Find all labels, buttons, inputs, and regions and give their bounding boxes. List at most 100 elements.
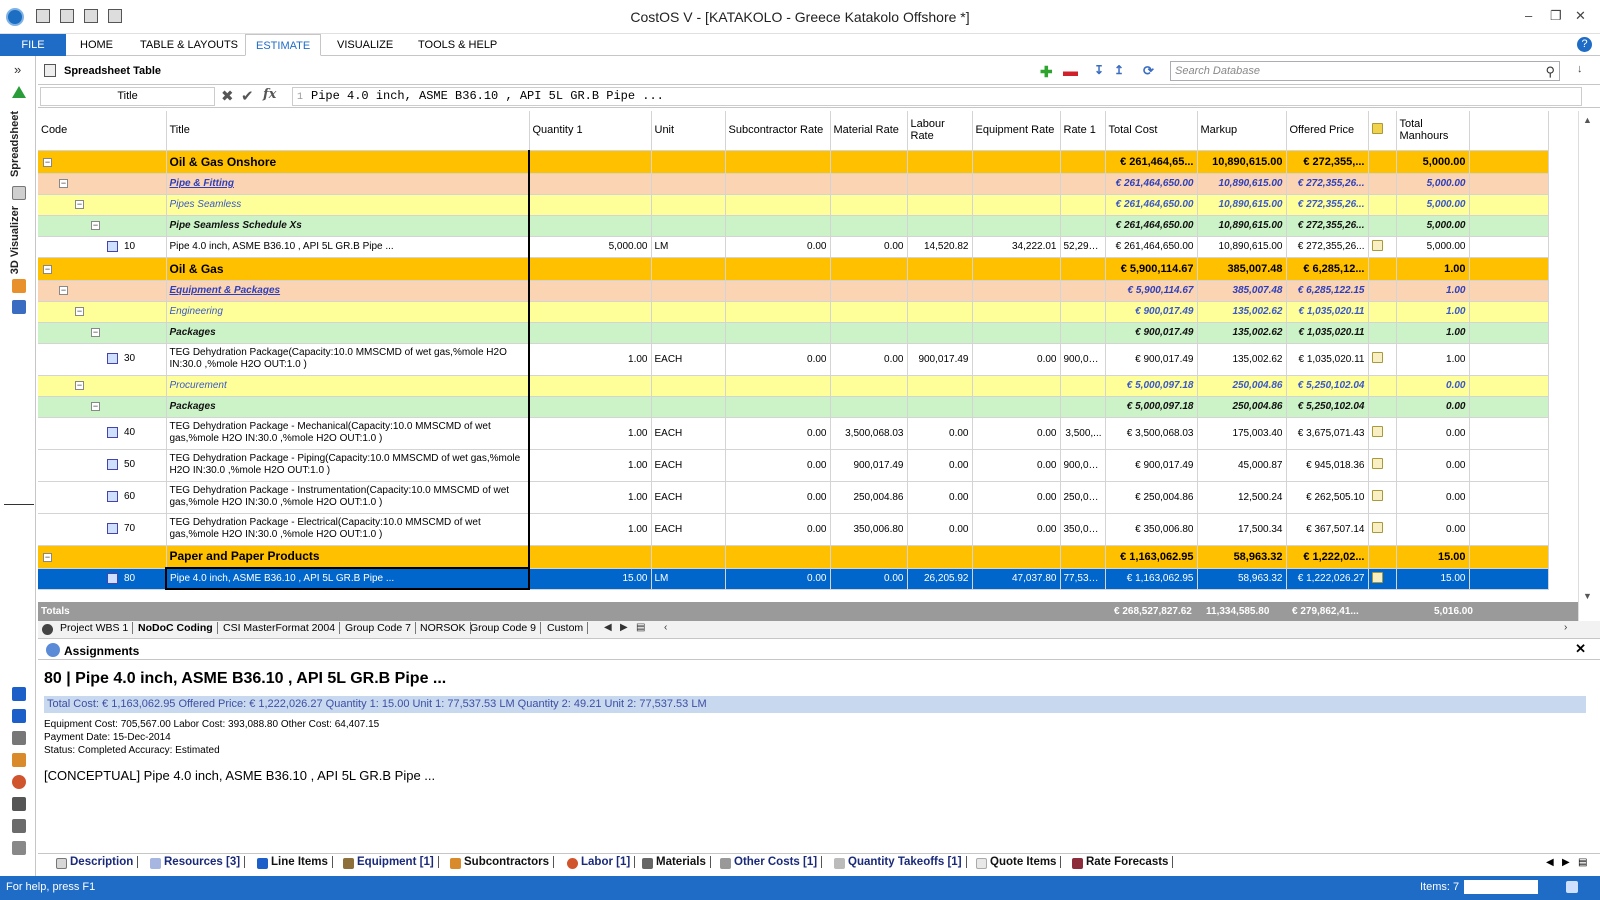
cell-mat[interactable]: 3,500,068.03: [830, 417, 908, 450]
cell-manhours[interactable]: 5,000.00: [1396, 173, 1470, 195]
expand-panel-icon[interactable]: »: [14, 62, 21, 77]
cell-mat[interactable]: [830, 545, 908, 569]
cell-rate[interactable]: [1060, 194, 1106, 216]
cell-qty[interactable]: 5,000.00: [529, 236, 652, 258]
cell-offered[interactable]: € 367,507.14: [1286, 513, 1369, 546]
tab-rate-forecasts[interactable]: Rate Forecasts: [1068, 856, 1174, 869]
cell-sub[interactable]: [725, 375, 831, 397]
col-header-total-cost[interactable]: Total Cost: [1105, 111, 1198, 151]
collapse-toolbar-icon[interactable]: ↓: [1577, 63, 1583, 75]
cell-lab[interactable]: [907, 215, 973, 237]
cell-lab[interactable]: [907, 545, 973, 569]
cell-qty[interactable]: [529, 301, 652, 323]
cell-total[interactable]: € 261,464,650.00: [1105, 173, 1198, 195]
refresh-icon[interactable]: ⟳: [1143, 63, 1154, 79]
cell-qty[interactable]: 1.00: [529, 513, 652, 546]
cell-lab[interactable]: [907, 396, 973, 418]
cell-lab[interactable]: [907, 280, 973, 302]
cell-qty[interactable]: 15.00: [529, 568, 652, 590]
cell-flag[interactable]: [1368, 481, 1397, 514]
formula-value-input[interactable]: 1 Pipe 4.0 inch, ASME B36.10 , API 5L GR.…: [292, 87, 1582, 106]
cell-sub[interactable]: [725, 545, 831, 569]
cell-eq[interactable]: 0.00: [972, 449, 1061, 482]
cell-title[interactable]: TEG Dehydration Package - Mechanical(Cap…: [166, 417, 530, 450]
cell-markup[interactable]: 10,890,615.00: [1197, 173, 1287, 195]
cell-sub[interactable]: [725, 173, 831, 195]
cell-lab[interactable]: 900,017.49: [907, 343, 973, 376]
cell-eq[interactable]: [972, 194, 1061, 216]
tab-estimate[interactable]: ESTIMATE: [245, 34, 322, 56]
tab-file[interactable]: FILE: [0, 34, 66, 56]
cell-sub[interactable]: 0.00: [725, 236, 831, 258]
cell-manhours[interactable]: 15.00: [1396, 545, 1470, 569]
scroll-down-icon[interactable]: ▼: [1583, 591, 1592, 601]
cell-unit[interactable]: LM: [651, 568, 726, 590]
cancel-edit-icon[interactable]: ✖: [221, 87, 234, 105]
cell-lab[interactable]: 0.00: [907, 417, 973, 450]
cell-total[interactable]: € 1,163,062.95: [1105, 545, 1198, 569]
cell-code[interactable]: −: [38, 194, 167, 216]
table-row[interactable]: 60 TEG Dehydration Package - Instrumentat…: [38, 481, 1549, 514]
cell-sub[interactable]: [725, 280, 831, 302]
tab-scroll-left-icon[interactable]: ◀: [604, 622, 612, 633]
table-row[interactable]: − Packages € 900,017.49 135,002.62 € 1,035,0…: [38, 322, 1549, 344]
tab-norsok[interactable]: NORSOK: [416, 622, 471, 634]
cell-sub[interactable]: [725, 301, 831, 323]
cell-code[interactable]: −: [38, 396, 167, 418]
cell-eq[interactable]: [972, 396, 1061, 418]
collapse-toggle-icon[interactable]: −: [75, 380, 84, 390]
cell-mat[interactable]: 0.00: [830, 343, 908, 376]
sort-up-icon[interactable]: ↥: [1114, 63, 1124, 77]
cell-code[interactable]: −: [38, 150, 167, 174]
cell-eq[interactable]: [972, 322, 1061, 344]
tab-materials[interactable]: Materials: [638, 856, 711, 869]
cell-title[interactable]: Packages: [166, 322, 530, 344]
cell-code[interactable]: 50: [38, 449, 167, 482]
cell-qty[interactable]: [529, 545, 652, 569]
cell-total[interactable]: € 261,464,650.00: [1105, 194, 1198, 216]
collapse-toggle-icon[interactable]: −: [75, 306, 84, 316]
cell-title[interactable]: TEG Dehydration Package - Instrumentatio…: [166, 481, 530, 514]
cell-title[interactable]: Oil & Gas: [166, 257, 530, 281]
cell-rate[interactable]: [1060, 257, 1106, 281]
hscroll-left-icon[interactable]: ‹: [664, 622, 667, 633]
cell-lab[interactable]: [907, 257, 973, 281]
collapse-toggle-icon[interactable]: −: [43, 157, 52, 167]
cell-code[interactable]: 10: [38, 236, 167, 258]
cell-qty[interactable]: 1.00: [529, 417, 652, 450]
cell-eq[interactable]: 0.00: [972, 417, 1061, 450]
restore-icon[interactable]: ❐: [1550, 8, 1562, 24]
cell-title[interactable]: Packages: [166, 396, 530, 418]
tab-visualize[interactable]: VISUALIZE: [327, 34, 403, 56]
cell-offered[interactable]: € 5,250,102.04: [1286, 375, 1369, 397]
cell-rate[interactable]: [1060, 396, 1106, 418]
cell-total[interactable]: € 3,500,068.03: [1105, 417, 1198, 450]
cell-lab[interactable]: [907, 194, 973, 216]
cell-total[interactable]: € 900,017.49: [1105, 449, 1198, 482]
cell-flag[interactable]: [1368, 396, 1397, 418]
cell-flag[interactable]: [1368, 280, 1397, 302]
cell-sub[interactable]: 0.00: [725, 481, 831, 514]
cell-title[interactable]: Procurement: [166, 375, 530, 397]
tab-custom[interactable]: Custom: [543, 622, 589, 634]
add-row-icon[interactable]: ✚: [1040, 63, 1053, 81]
cell-unit[interactable]: [651, 301, 726, 323]
cell-total[interactable]: € 5,900,114.67: [1105, 280, 1198, 302]
table-row[interactable]: − Paper and Paper Products € 1,163,062.95 5…: [38, 545, 1549, 569]
cell-sub[interactable]: 0.00: [725, 513, 831, 546]
cell-rate[interactable]: [1060, 215, 1106, 237]
cell-manhours[interactable]: 0.00: [1396, 449, 1470, 482]
cell-total[interactable]: € 1,163,062.95: [1105, 568, 1198, 590]
bottom-tabs-list-icon[interactable]: ▤: [1578, 857, 1587, 868]
cell-unit[interactable]: EACH: [651, 513, 726, 546]
cell-rate[interactable]: [1060, 280, 1106, 302]
tab-group-code-9[interactable]: Group Code 9: [466, 622, 541, 634]
cell-lab[interactable]: 0.00: [907, 481, 973, 514]
cell-rate[interactable]: 900,01...: [1060, 343, 1106, 376]
cell-flag[interactable]: [1368, 173, 1397, 195]
collapse-toggle-icon[interactable]: −: [43, 552, 52, 562]
table-row[interactable]: 10 Pipe 4.0 inch, ASME B36.10 , API 5L GR…: [38, 236, 1549, 258]
bottom-tabs-left-icon[interactable]: ◀: [1546, 857, 1554, 868]
cell-unit[interactable]: EACH: [651, 343, 726, 376]
cell-offered[interactable]: € 1,035,020.11: [1286, 322, 1369, 344]
